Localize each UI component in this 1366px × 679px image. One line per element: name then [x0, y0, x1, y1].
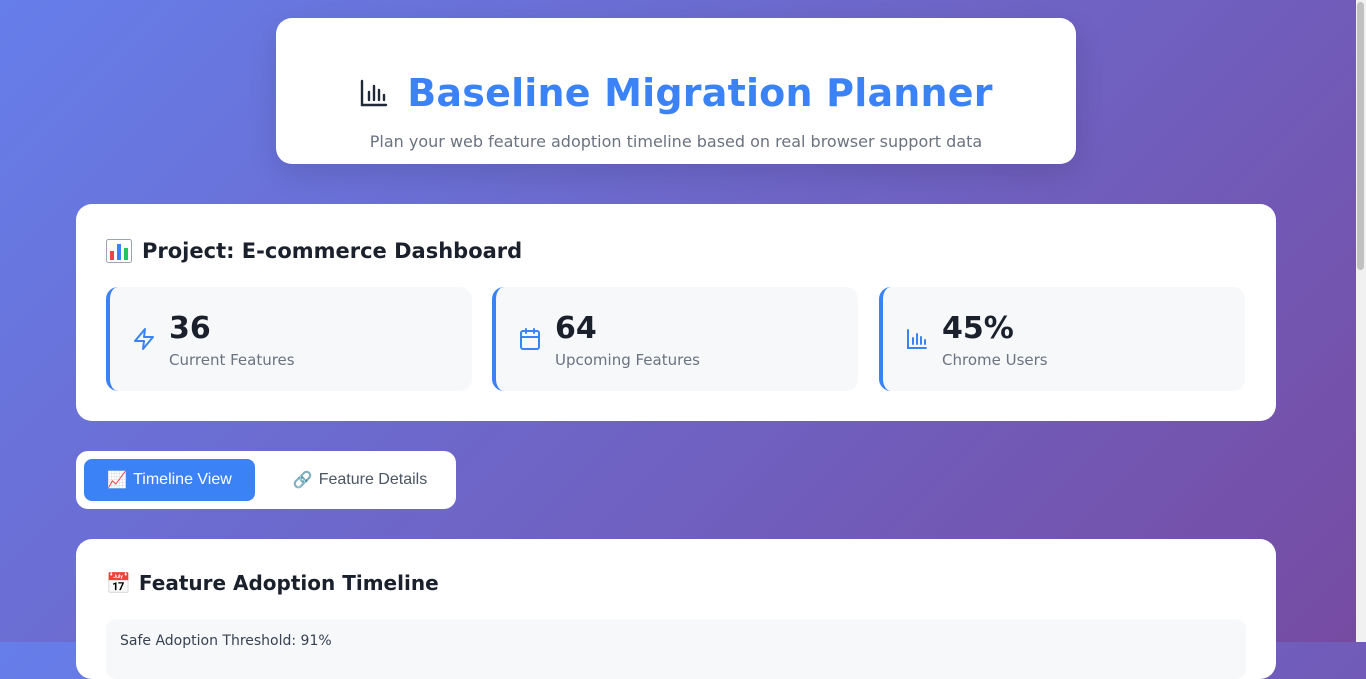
stat-value: 36: [169, 311, 211, 346]
tab-label: Timeline View: [133, 471, 232, 488]
project-card: Project: E-commerce Dashboard 36 Current…: [76, 204, 1276, 421]
stat-label: Upcoming Features: [555, 351, 700, 369]
page-scrollbar[interactable]: [1356, 0, 1366, 642]
page-subtitle: Plan your web feature adoption timeline …: [369, 132, 983, 151]
tab-feature-details[interactable]: 🔗 Feature Details: [272, 459, 448, 501]
calendar-emoji-icon: 📅: [106, 571, 131, 595]
scrollbar-thumb[interactable]: [1357, 2, 1364, 270]
stat-label: Current Features: [169, 351, 295, 369]
stat-current-features: 36 Current Features: [106, 287, 472, 391]
bar-chart-emoji-icon: [106, 239, 132, 263]
stat-value: 45%: [942, 311, 1014, 346]
view-tabs: 📈 Timeline View 🔗 Feature Details: [76, 451, 456, 509]
tab-timeline-view[interactable]: 📈 Timeline View: [84, 459, 255, 501]
stat-upcoming-features: 64 Upcoming Features: [492, 287, 858, 391]
stat-value: 64: [555, 311, 597, 346]
timeline-title-row: 📅 Feature Adoption Timeline: [106, 569, 439, 597]
tab-label: Feature Details: [318, 471, 428, 488]
threshold-label: Safe Adoption Threshold: 91%: [120, 633, 332, 649]
bar-chart-icon: [361, 79, 388, 107]
title-row: Baseline Migration Planner: [276, 70, 1076, 116]
calendar-icon: [520, 328, 540, 350]
timeline-card: 📅 Feature Adoption Timeline Safe Adoptio…: [76, 539, 1276, 679]
threshold-box: Safe Adoption Threshold: 91%: [106, 619, 1246, 679]
timeline-title: Feature Adoption Timeline: [138, 571, 439, 595]
project-title-row: Project: E-commerce Dashboard: [106, 236, 522, 266]
bar-chart-icon: [907, 329, 927, 349]
header-card: Baseline Migration Planner Plan your web…: [276, 18, 1076, 164]
stat-chrome-users: 45% Chrome Users: [879, 287, 1245, 391]
link-icon: 🔗: [292, 472, 313, 489]
chart-increasing-icon: 📈: [107, 472, 128, 489]
stat-label: Chrome Users: [942, 351, 1048, 369]
page-title: Baseline Migration Planner: [407, 71, 993, 115]
lightning-icon: [134, 328, 154, 350]
project-title: Project: E-commerce Dashboard: [142, 239, 523, 263]
